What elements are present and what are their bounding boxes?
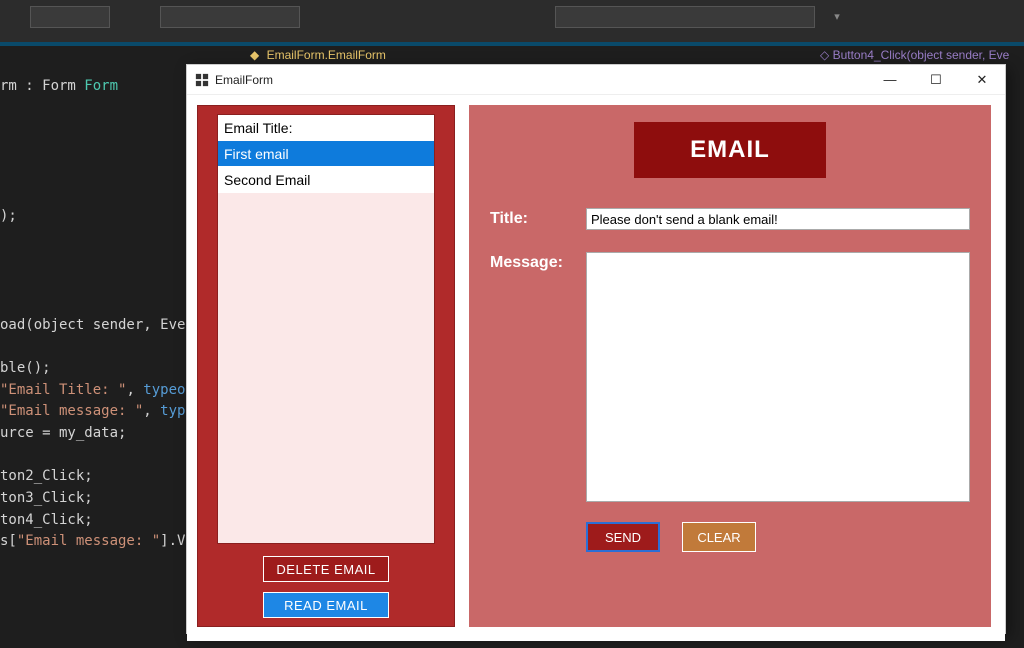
list-item[interactable]: Second Email bbox=[218, 167, 434, 193]
ribbon-combo-3[interactable] bbox=[555, 6, 815, 28]
message-textarea[interactable] bbox=[586, 252, 970, 502]
app-icon bbox=[195, 73, 209, 87]
left-panel: Email Title: First email Second Email DE… bbox=[197, 105, 455, 627]
window-title: EmailForm bbox=[215, 73, 273, 87]
clear-button[interactable]: CLEAR bbox=[682, 522, 756, 552]
message-label: Message: bbox=[490, 252, 568, 272]
ribbon-combo-2[interactable] bbox=[160, 6, 300, 28]
tab-label: Button4_Click(object sender, Eve bbox=[833, 48, 1010, 62]
ribbon-dropdown-icon[interactable]: ▾ bbox=[830, 6, 844, 28]
email-banner: EMAIL bbox=[634, 122, 826, 178]
minimize-button[interactable]: — bbox=[867, 65, 913, 95]
email-listbox[interactable]: Email Title: First email Second Email bbox=[217, 114, 435, 544]
list-item[interactable]: First email bbox=[218, 141, 434, 167]
ribbon-combo-1[interactable] bbox=[30, 6, 110, 28]
right-panel: EMAIL Title: Message: SEND CLEAR bbox=[469, 105, 991, 627]
ide-ribbon: ▾ bbox=[0, 0, 1024, 42]
title-input[interactable] bbox=[586, 208, 970, 230]
window-titlebar[interactable]: EmailForm — ☐ ✕ bbox=[187, 65, 1005, 95]
lock-icon: ◆ bbox=[250, 48, 259, 62]
list-item[interactable]: Email Title: bbox=[218, 115, 434, 141]
emailform-window: EmailForm — ☐ ✕ Email Title: First email… bbox=[186, 64, 1006, 634]
title-label: Title: bbox=[490, 208, 568, 228]
method-icon: ◇ bbox=[820, 48, 829, 62]
tab-label: EmailForm.EmailForm bbox=[267, 48, 386, 62]
send-button[interactable]: SEND bbox=[586, 522, 660, 552]
read-email-button[interactable]: READ EMAIL bbox=[263, 592, 389, 618]
close-button[interactable]: ✕ bbox=[959, 65, 1005, 95]
maximize-button[interactable]: ☐ bbox=[913, 65, 959, 95]
tab-emailform[interactable]: ◆ EmailForm.EmailForm bbox=[250, 48, 386, 62]
tab-button4-click[interactable]: ◇ Button4_Click(object sender, Eve bbox=[820, 48, 1009, 62]
delete-email-button[interactable]: DELETE EMAIL bbox=[263, 556, 389, 582]
